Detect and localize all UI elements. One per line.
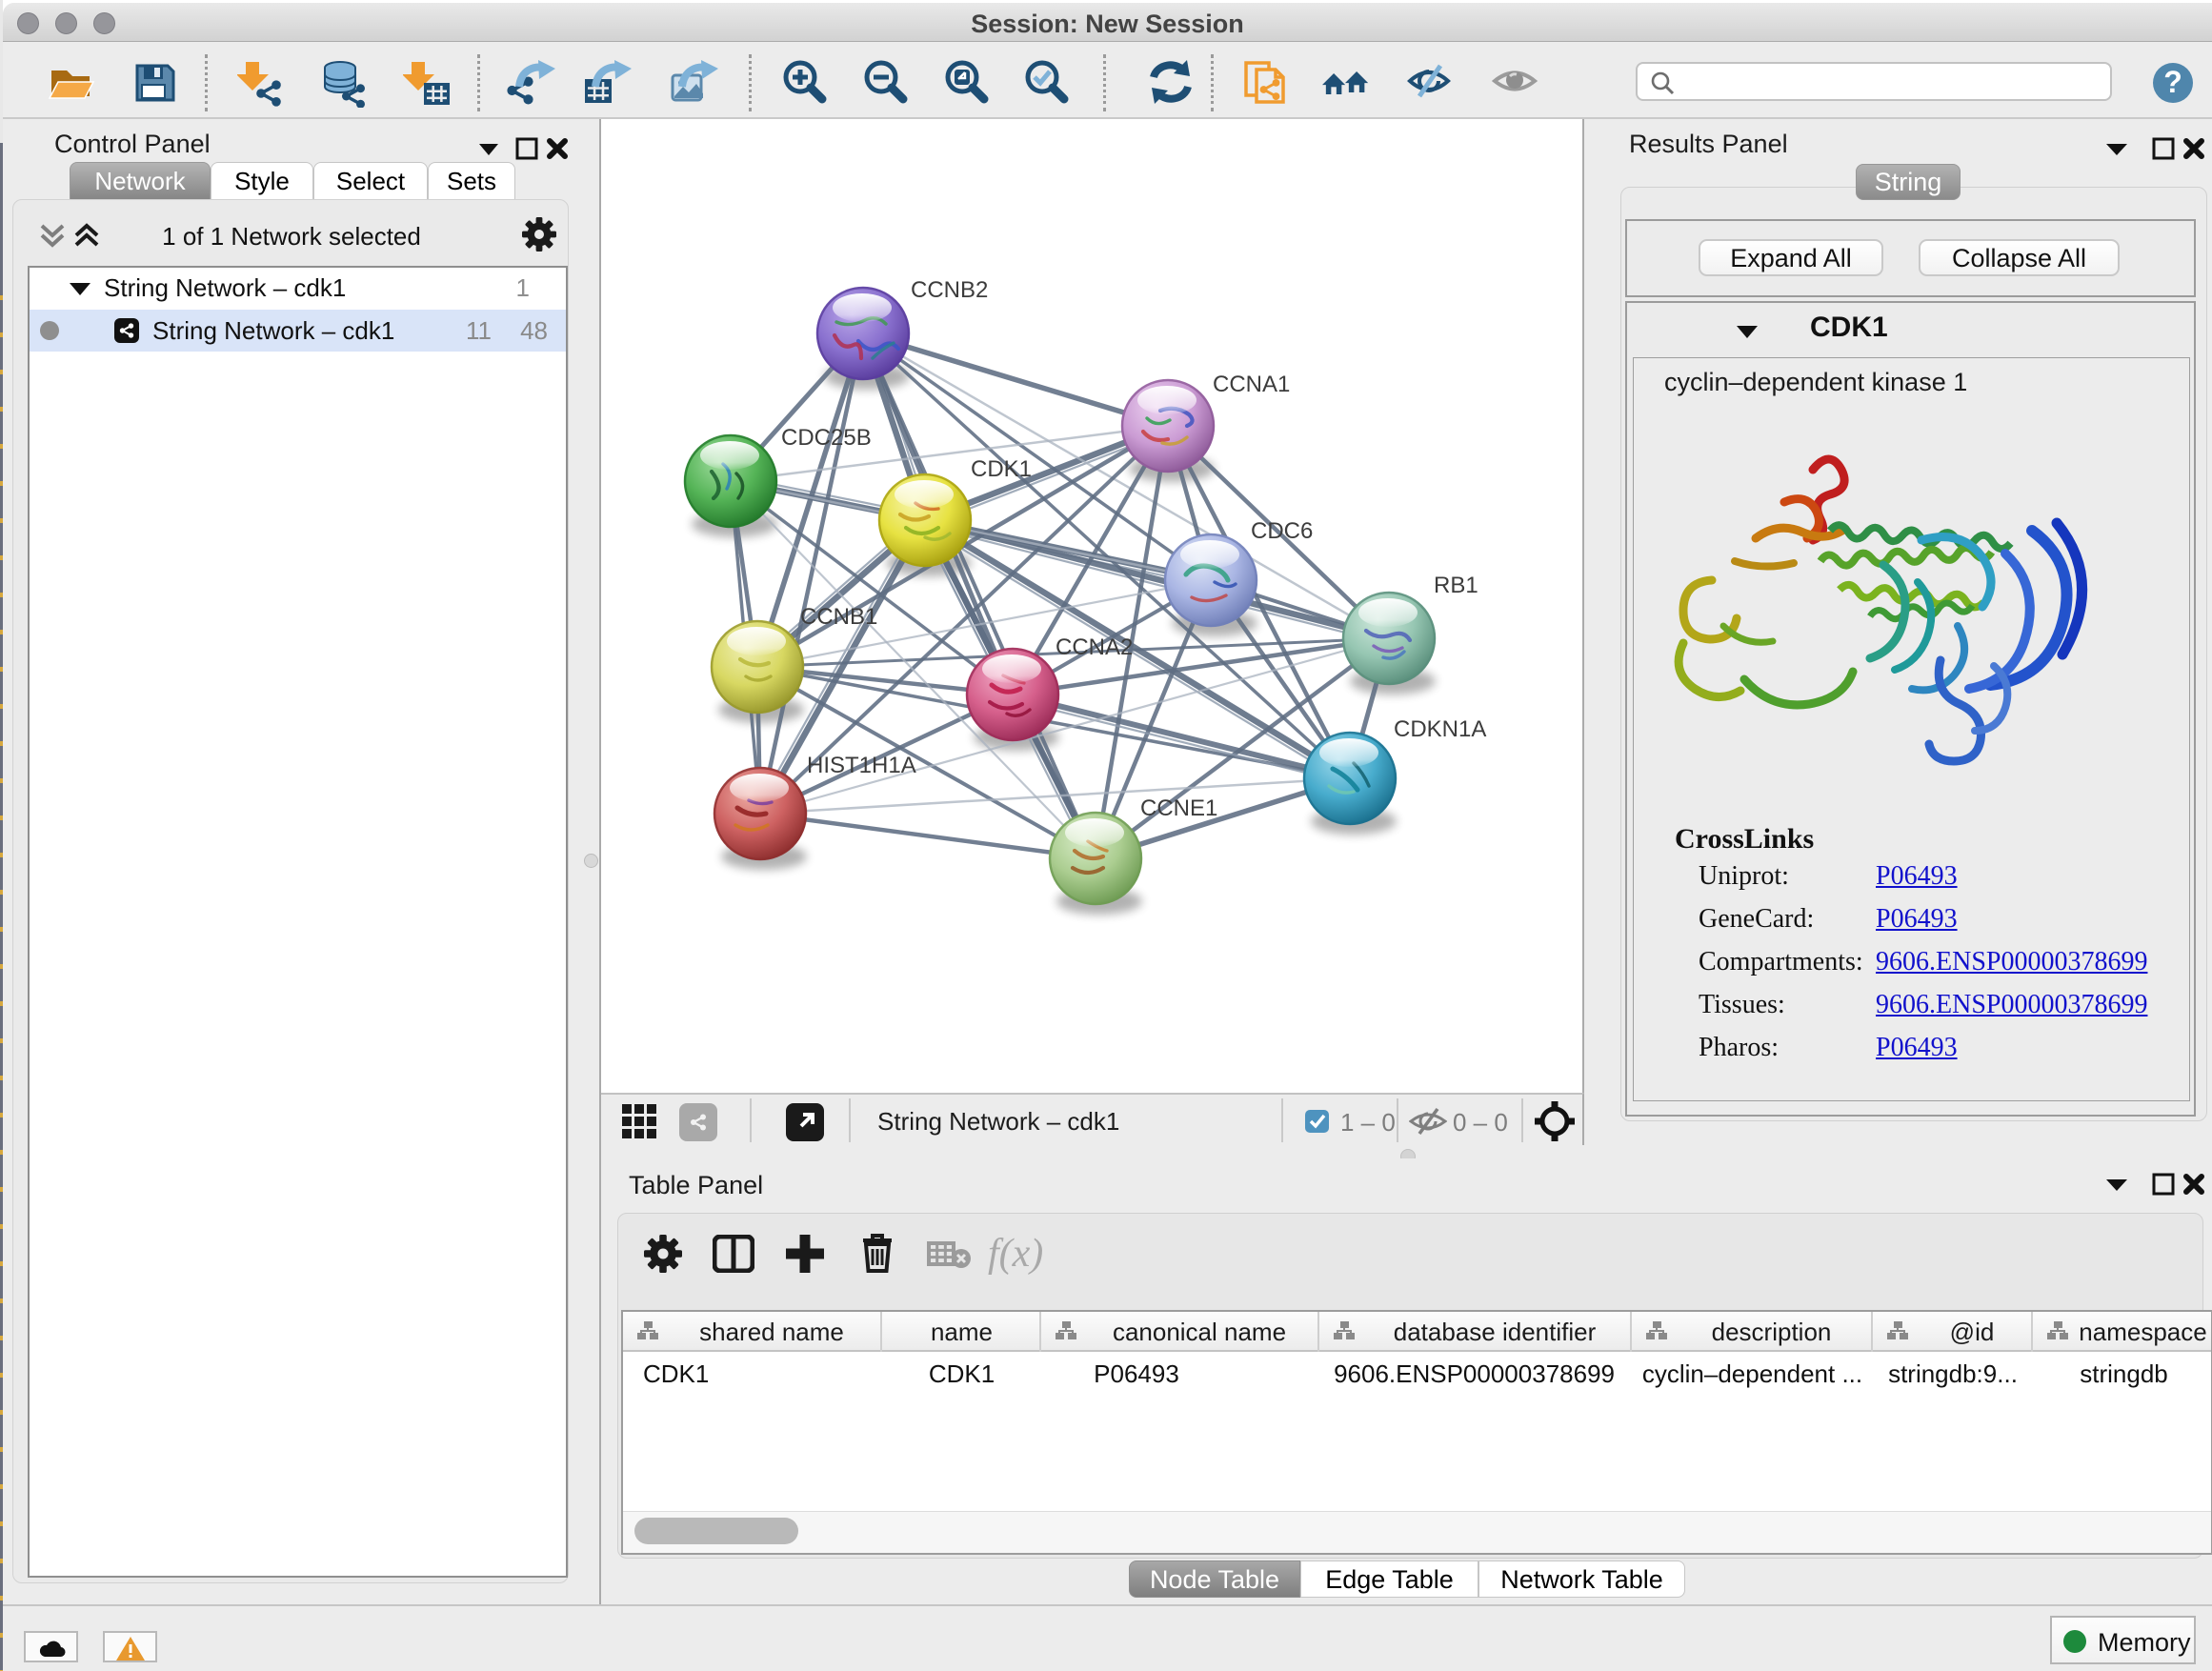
svg-text:CDKN1A: CDKN1A — [1394, 716, 1486, 742]
svg-text:CCNE1: CCNE1 — [1140, 795, 1217, 821]
svg-text:CCNB2: CCNB2 — [911, 277, 988, 303]
svg-text:CDC25B: CDC25B — [781, 425, 872, 451]
svg-text:CCNB1: CCNB1 — [800, 604, 877, 630]
svg-text:CDC6: CDC6 — [1251, 518, 1313, 544]
svg-text:CDK1: CDK1 — [971, 456, 1032, 482]
svg-text:RB1: RB1 — [1434, 573, 1478, 598]
svg-text:HIST1H1A: HIST1H1A — [807, 753, 916, 778]
svg-text:CCNA1: CCNA1 — [1213, 372, 1290, 397]
svg-text:CCNA2: CCNA2 — [1056, 634, 1133, 660]
